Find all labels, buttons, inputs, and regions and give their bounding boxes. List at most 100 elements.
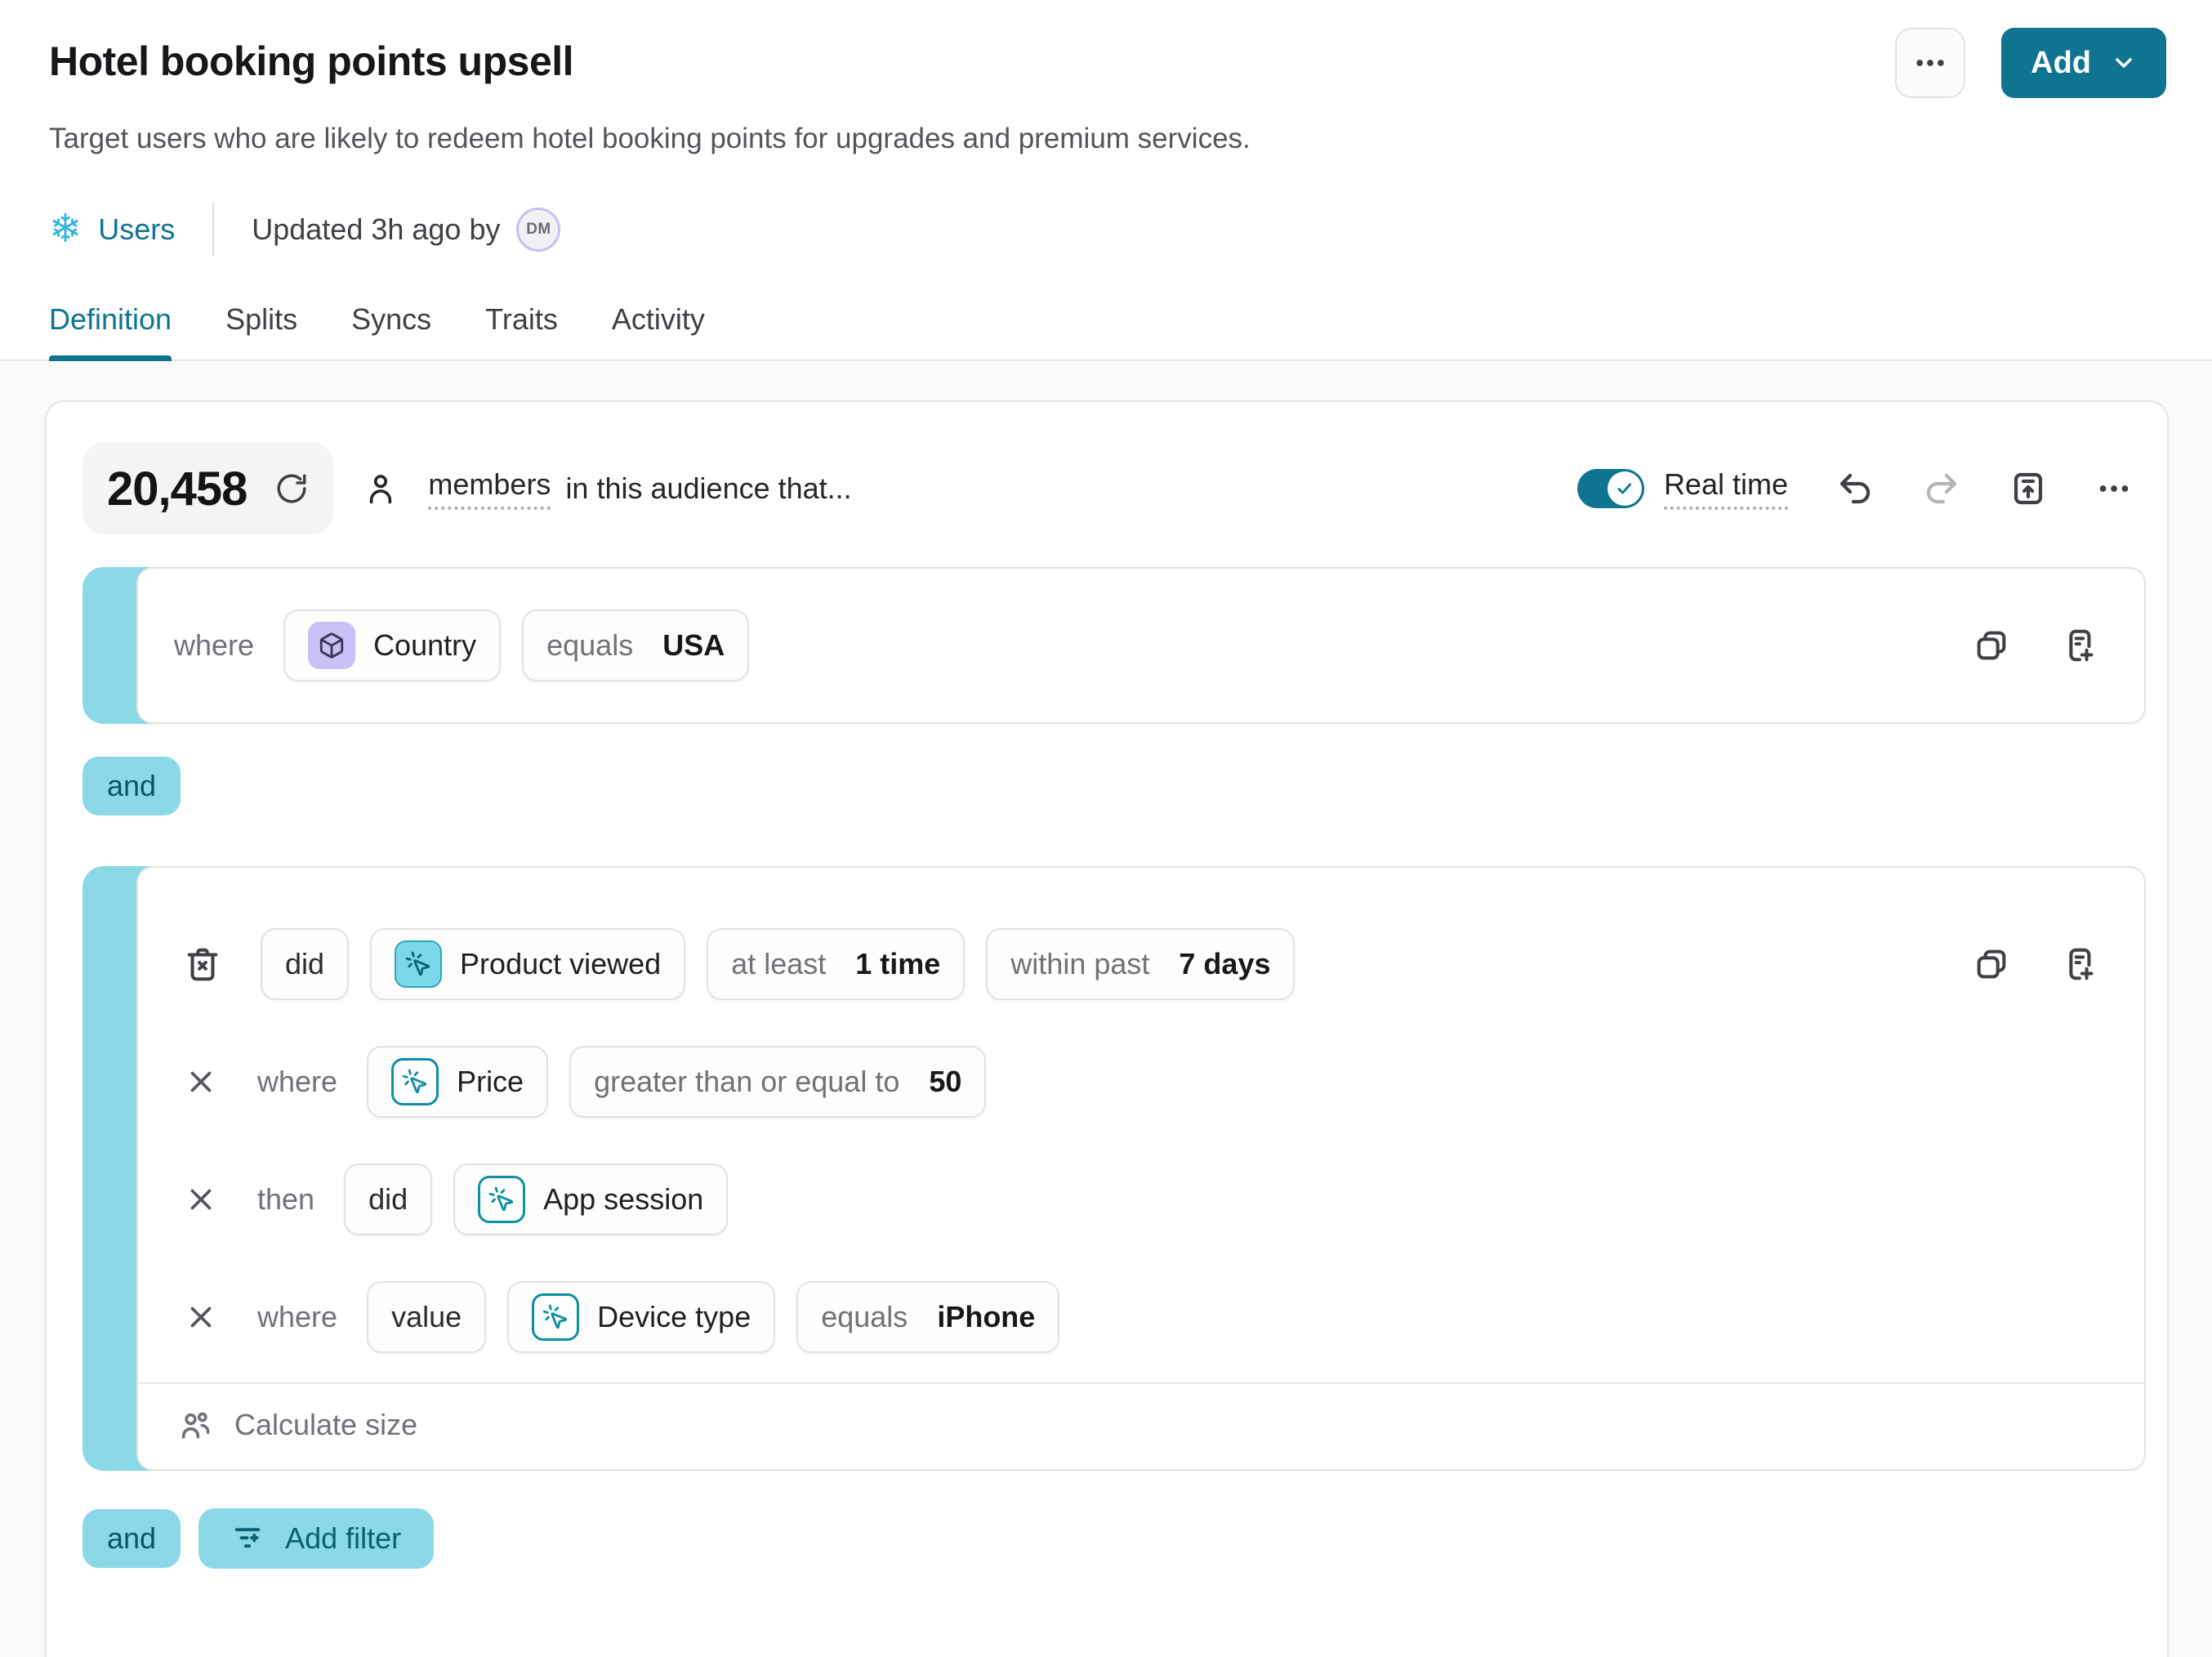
operator-value-chip[interactable]: equals USA bbox=[522, 610, 749, 681]
tab-label: Traits bbox=[485, 302, 558, 336]
header: Hotel booking points upsell Add Target u… bbox=[0, 0, 2212, 361]
condition-card: did Product viewed at least 1 time bbox=[136, 866, 2146, 1471]
realtime-toggle[interactable] bbox=[1577, 469, 1644, 508]
cursor-click-icon bbox=[395, 940, 442, 988]
tab-label: Syncs bbox=[351, 302, 431, 336]
add-note-button[interactable] bbox=[2059, 945, 2097, 983]
value-label: 50 bbox=[929, 1065, 961, 1099]
property-chip-device-type[interactable]: Device type bbox=[507, 1281, 775, 1353]
members-suffix: in this audience that... bbox=[565, 471, 851, 506]
value-chip[interactable]: value bbox=[367, 1281, 486, 1353]
event-condition-rows: did Product viewed at least 1 time bbox=[138, 868, 2144, 1382]
condition-card: where Country equals USA bbox=[136, 567, 2146, 724]
app-root: Hotel booking points upsell Add Target u… bbox=[0, 0, 2212, 1657]
note-add-icon bbox=[2059, 945, 2097, 983]
window-value: 7 days bbox=[1179, 947, 1270, 981]
calculate-size-button[interactable]: Calculate size bbox=[138, 1382, 2144, 1469]
redo-button[interactable] bbox=[1922, 469, 1961, 508]
add-button[interactable]: Add bbox=[2001, 28, 2166, 98]
copy-icon bbox=[1973, 627, 2010, 664]
did-label: did bbox=[368, 1182, 408, 1217]
condition-actions bbox=[1973, 627, 2108, 664]
duplicate-condition-button[interactable] bbox=[1973, 627, 2010, 664]
tab-traits[interactable]: Traits bbox=[485, 302, 558, 360]
and-operator-badge[interactable]: and bbox=[83, 757, 181, 815]
cursor-click-icon bbox=[391, 1058, 439, 1105]
export-button[interactable] bbox=[2009, 469, 2048, 508]
chevron-down-icon bbox=[2111, 50, 2137, 76]
vertical-divider bbox=[212, 203, 214, 257]
page-description: Target users who are likely to redeem ho… bbox=[49, 123, 2166, 155]
undo-icon bbox=[1835, 469, 1875, 508]
header-actions: Add bbox=[1895, 28, 2166, 98]
condition-keyword: where bbox=[257, 1300, 337, 1334]
cursor-click-icon bbox=[478, 1176, 525, 1223]
card-more-button[interactable] bbox=[2095, 470, 2133, 507]
add-filter-button[interactable]: Add filter bbox=[198, 1508, 434, 1569]
condition-row: where Country equals USA bbox=[174, 610, 2108, 681]
tab-label: Definition bbox=[49, 302, 172, 336]
event-condition-row: where Price greater than or equal to 50 bbox=[184, 1046, 2108, 1118]
tab-bar: Definition Splits Syncs Traits Activity bbox=[49, 302, 2166, 360]
tab-syncs[interactable]: Syncs bbox=[351, 302, 431, 360]
entity-type-link[interactable]: Users bbox=[98, 212, 175, 247]
condition-keyword: then bbox=[257, 1182, 314, 1217]
toggle-knob bbox=[1608, 471, 1642, 506]
remove-row-button[interactable] bbox=[184, 1300, 218, 1334]
more-options-button[interactable] bbox=[1895, 28, 1965, 98]
condition-keyword: where bbox=[174, 628, 254, 663]
operator-label: equals bbox=[821, 1300, 908, 1334]
did-chip[interactable]: did bbox=[344, 1163, 432, 1235]
attribute-chip-country[interactable]: Country bbox=[283, 610, 501, 681]
tab-definition[interactable]: Definition bbox=[49, 302, 172, 360]
ellipsis-icon bbox=[2095, 470, 2133, 507]
remove-row-button[interactable] bbox=[184, 1182, 218, 1217]
remove-row-button[interactable] bbox=[184, 1065, 218, 1099]
value-label: USA bbox=[662, 628, 725, 663]
operator-value-chip[interactable]: equals iPhone bbox=[796, 1281, 1059, 1353]
did-label: did bbox=[285, 947, 324, 981]
audience-toolbar: 20,458 members in this audience that... bbox=[83, 443, 2146, 534]
attribute-label: Country bbox=[373, 628, 476, 663]
add-note-button[interactable] bbox=[2059, 627, 2097, 664]
event-label: App session bbox=[543, 1182, 703, 1217]
condition-group-2: did Product viewed at least 1 time bbox=[83, 866, 2146, 1471]
realtime-label[interactable]: Real time bbox=[1664, 467, 1788, 510]
tab-label: Activity bbox=[612, 302, 705, 336]
event-chip-product-viewed[interactable]: Product viewed bbox=[370, 928, 685, 1000]
property-label: Device type bbox=[597, 1300, 751, 1334]
close-icon bbox=[184, 1300, 218, 1334]
filter-plus-icon bbox=[231, 1522, 264, 1555]
calculate-size-label: Calculate size bbox=[234, 1408, 417, 1442]
refresh-button[interactable] bbox=[274, 471, 309, 506]
event-condition-row: did Product viewed at least 1 time bbox=[184, 928, 2108, 1000]
time-window-chip[interactable]: within past 7 days bbox=[986, 928, 1295, 1000]
main-content: 20,458 members in this audience that... bbox=[0, 361, 2212, 1657]
window-operator: within past bbox=[1010, 947, 1149, 981]
event-chip-app-session[interactable]: App session bbox=[453, 1163, 728, 1235]
property-label: Price bbox=[457, 1065, 524, 1099]
undo-button[interactable] bbox=[1835, 469, 1875, 508]
avatar[interactable]: DM bbox=[516, 208, 560, 252]
person-icon bbox=[363, 471, 399, 507]
users-icon bbox=[177, 1407, 213, 1443]
delete-condition-button[interactable] bbox=[184, 945, 221, 983]
and-operator-badge[interactable]: and bbox=[83, 1509, 181, 1568]
members-link[interactable]: members bbox=[428, 467, 551, 510]
operator-value-chip[interactable]: greater than or equal to 50 bbox=[569, 1046, 986, 1118]
tab-activity[interactable]: Activity bbox=[612, 302, 705, 360]
operator-label: greater than or equal to bbox=[594, 1065, 899, 1099]
value-label: iPhone bbox=[937, 1300, 1035, 1334]
member-count: 20,458 bbox=[107, 462, 247, 516]
operator-label: equals bbox=[546, 628, 633, 663]
did-chip[interactable]: did bbox=[261, 928, 349, 1000]
tab-splits[interactable]: Splits bbox=[225, 302, 297, 360]
frequency-chip[interactable]: at least 1 time bbox=[707, 928, 965, 1000]
property-chip-price[interactable]: Price bbox=[367, 1046, 548, 1118]
duplicate-condition-button[interactable] bbox=[1973, 945, 2010, 983]
event-condition-row: then did App session bbox=[184, 1163, 2108, 1235]
refresh-icon bbox=[274, 471, 309, 506]
header-top-row: Hotel booking points upsell Add bbox=[49, 28, 2166, 98]
frequency-operator: at least bbox=[731, 947, 826, 981]
page-title: Hotel booking points upsell bbox=[49, 38, 573, 85]
